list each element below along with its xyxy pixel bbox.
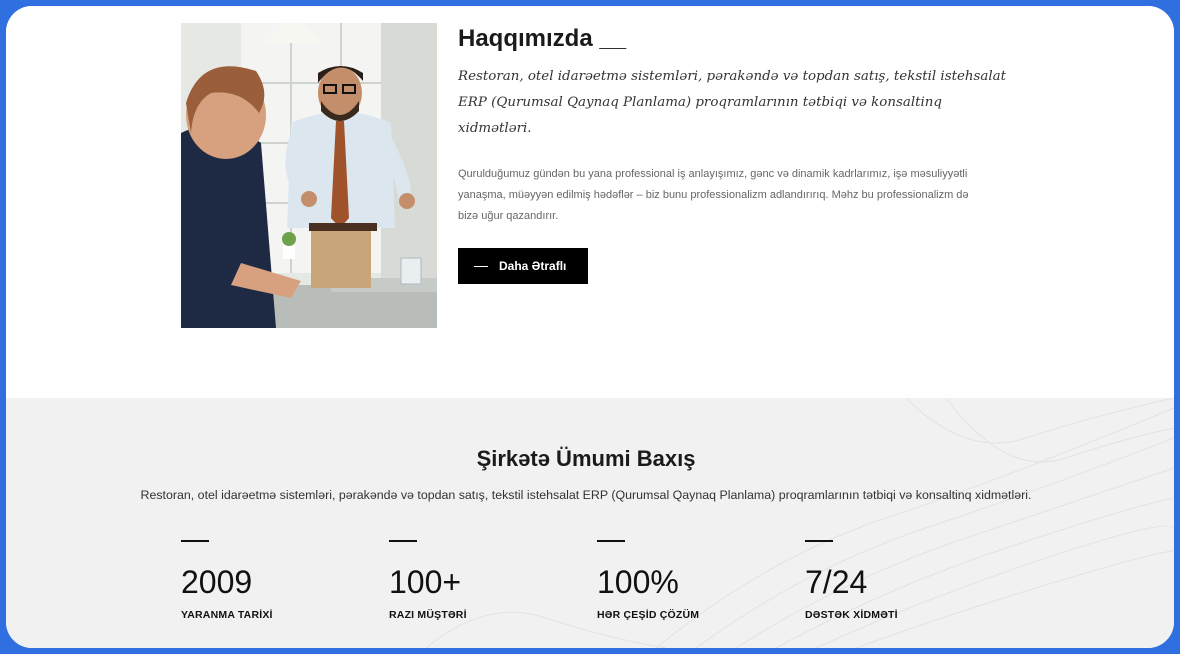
about-section: Haqqımızda __ Restoran, otel idarəetmə s…: [6, 6, 1174, 398]
stat-value: 2009: [181, 564, 253, 600]
about-photo: [181, 23, 437, 328]
stat-divider: [805, 540, 833, 542]
stat-divider: [389, 540, 417, 542]
dash-icon: [474, 265, 488, 267]
stat-label: RAZI MÜŞTƏRİ: [389, 609, 467, 621]
stat-value: 7/24: [805, 564, 868, 600]
stat-label: HƏR ÇEŞİD ÇÖZÜM: [597, 609, 700, 621]
read-more-button[interactable]: Daha Ətraflı: [458, 248, 589, 284]
page-frame: Haqqımızda __ Restoran, otel idarəetmə s…: [6, 6, 1174, 648]
about-body: Qurulduğumuz gündən bu yana professional…: [458, 168, 969, 222]
stat-label: DƏSTƏK XİDMƏTİ: [805, 609, 898, 621]
stat-value: 100%: [597, 564, 679, 600]
stat-solutions: 100% HƏR ÇEŞİD ÇÖZÜM: [597, 540, 787, 621]
about-title: Haqqımızda __: [458, 25, 627, 52]
stat-founded: 2009 YARANMA TARİXİ: [181, 540, 371, 621]
stat-divider: [597, 540, 625, 542]
overview-section: Şirkətə Ümumi Baxış Restoran, otel idarə…: [6, 398, 1174, 648]
about-lead: Restoran, otel idarəetmə sistemləri, pər…: [458, 69, 1007, 136]
stat-clients: 100+ RAZI MÜŞTƏRİ: [389, 540, 579, 621]
read-more-label: Daha Ətraflı: [499, 259, 567, 273]
stat-label: YARANMA TARİXİ: [181, 609, 273, 621]
stat-value: 100+: [389, 564, 462, 600]
overview-title: Şirkətə Ümumi Baxış: [476, 446, 696, 471]
stat-support: 7/24 DƏSTƏK XİDMƏTİ: [805, 540, 995, 621]
overview-subtitle: Restoran, otel idarəetmə sistemləri, pər…: [140, 488, 1032, 502]
about-content: Haqqımızda __ Restoran, otel idarəetmə s…: [458, 24, 1006, 284]
stat-divider: [181, 540, 209, 542]
